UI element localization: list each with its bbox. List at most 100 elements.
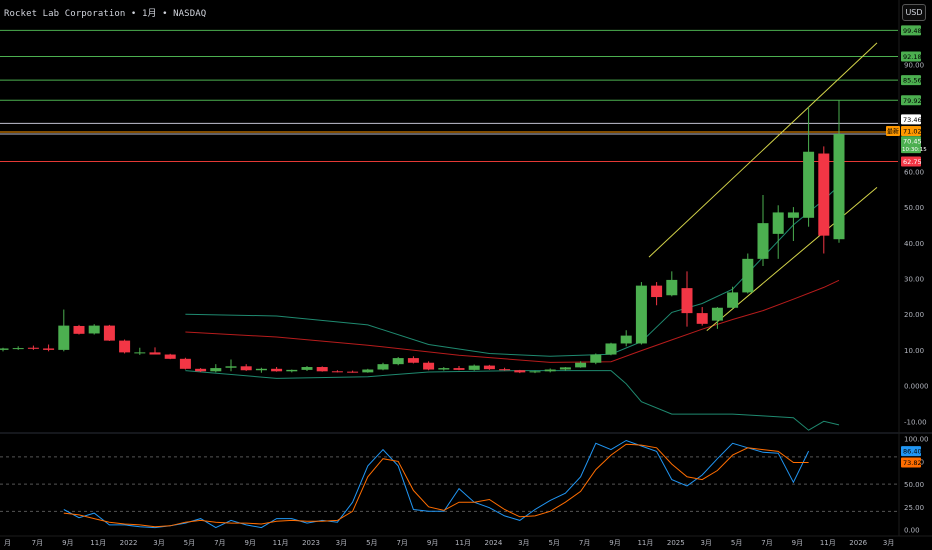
bb-basis-line <box>185 279 840 363</box>
price-tag-prefix: 最新 <box>887 128 899 136</box>
candle-body-29 <box>438 368 450 370</box>
time-tick-label: 9月 <box>609 539 620 547</box>
price-tag-label-1: 92.18 <box>903 53 922 61</box>
time-tick-label: 2024 <box>484 539 502 547</box>
candle-body-44 <box>666 279 678 296</box>
price-tick-label: 30.00 <box>904 275 924 283</box>
candle-body-11 <box>164 354 176 359</box>
price-tick-label: 10.00 <box>904 347 924 355</box>
time-tick-label: 2025 <box>667 539 685 547</box>
candle-body-8 <box>119 340 131 353</box>
time-tick-label: 9月 <box>427 539 438 547</box>
time-tick-label: 7月 <box>396 539 407 547</box>
candle-body-2 <box>27 347 39 349</box>
stoch-tick-label: 0.00 <box>904 526 920 534</box>
candle-body-33 <box>499 369 511 371</box>
time-tick-label: 7月 <box>761 539 772 547</box>
time-tick-label: 2022 <box>120 539 138 547</box>
price-tag-label-7: 62.75 <box>903 158 922 166</box>
price-tick-label: 40.00 <box>904 240 924 248</box>
candle-body-5 <box>73 325 85 334</box>
price-tick-label: 50.00 <box>904 204 924 212</box>
candle-body-46 <box>696 313 708 324</box>
time-tick-label: 2026 <box>849 539 867 547</box>
price-tag-label-2: 85.56 <box>903 77 922 85</box>
bb-upper-line <box>185 185 840 357</box>
candle-body-18 <box>271 368 283 372</box>
candle-body-32 <box>483 365 495 370</box>
candle-body-38 <box>575 362 587 368</box>
candle-body-14 <box>210 368 222 372</box>
candle-body-6 <box>88 325 100 334</box>
currency-button[interactable]: USD <box>902 4 926 21</box>
candle-body-55 <box>833 134 845 240</box>
time-tick-label: 11月 <box>637 539 653 547</box>
candle-body-39 <box>590 354 602 363</box>
candle-body-50 <box>757 223 769 259</box>
candle-body-12 <box>179 358 191 369</box>
candle-body-19 <box>286 369 298 372</box>
time-tick-label: 9月 <box>792 539 803 547</box>
candle-body-42 <box>635 285 647 344</box>
time-tick-label: 9月 <box>244 539 255 547</box>
price-tag-time: 10:30:15 <box>902 147 927 153</box>
candle-body-23 <box>347 371 359 373</box>
time-tick-label: 5月 <box>548 539 559 547</box>
price-tick-label: 60.00 <box>904 168 924 176</box>
candle-body-3 <box>43 348 55 350</box>
candle-body-7 <box>103 325 115 341</box>
candle-body-49 <box>742 258 754 293</box>
price-tick-label: 0.0000 <box>904 383 929 391</box>
candle-body-20 <box>301 367 313 370</box>
stoch-tag-label-0: 86.40 <box>903 448 922 456</box>
candle-body-45 <box>681 288 693 314</box>
candle-body-16 <box>240 366 252 371</box>
candle-body-4 <box>58 325 70 350</box>
time-tick-label: 7月 <box>32 539 43 547</box>
time-tick-label: 7月 <box>214 539 225 547</box>
candle-body-48 <box>727 292 739 308</box>
candle-body-52 <box>787 212 799 218</box>
price-tick-label: 90.00 <box>904 61 924 69</box>
bb-lower-line <box>185 370 840 431</box>
candle-body-21 <box>316 367 328 372</box>
stoch-tag-label-1: 73.82 <box>903 459 922 467</box>
candle-body-24 <box>362 369 374 373</box>
time-tick-label: 11月 <box>90 539 106 547</box>
candle-body-28 <box>423 362 435 370</box>
time-tick-label: 2023 <box>302 539 320 547</box>
candle-body-35 <box>529 371 541 373</box>
price-tick-label: -10.00 <box>904 418 927 426</box>
candle-body-10 <box>149 352 161 355</box>
price-tag-label-3: 79.92 <box>903 97 922 105</box>
time-tick-label: 5月 <box>366 539 377 547</box>
candle-body-13 <box>195 368 207 372</box>
symbol-title: Rocket Lab Corporation • 1月 • NASDAQ <box>4 9 207 19</box>
time-tick-label: 7月 <box>579 539 590 547</box>
candle-body-31 <box>468 365 480 370</box>
candle-body-30 <box>453 368 465 370</box>
price-tick-label: 20.00 <box>904 311 924 319</box>
candle-body-47 <box>711 307 723 321</box>
time-tick-label: 11月 <box>455 539 471 547</box>
time-tick-label: 3月 <box>336 539 347 547</box>
candle-body-25 <box>377 364 389 370</box>
price-tag-label-0: 99.48 <box>903 27 922 35</box>
chart-canvas[interactable]: -10.00 0.0000 10.00 20.00 30.00 40.00 50.00 60.… <box>0 0 932 550</box>
time-tick-label: 11月 <box>273 539 289 547</box>
candle-body-51 <box>772 212 784 234</box>
candle-body-53 <box>803 151 815 218</box>
candle-body-43 <box>651 285 663 298</box>
candle-body-1 <box>12 348 24 350</box>
time-tick-label: 月 <box>4 539 11 547</box>
time-tick-label: 9月 <box>62 539 73 547</box>
candle-body-41 <box>620 335 632 344</box>
time-tick-label: 3月 <box>153 539 164 547</box>
time-tick-label: 3月 <box>518 539 529 547</box>
candle-body-37 <box>559 367 571 370</box>
price-tag-label-5: 71.02 <box>903 128 922 136</box>
candle-body-27 <box>407 358 419 363</box>
channel-lower-line <box>706 187 878 331</box>
candle-body-17 <box>255 368 267 371</box>
time-tick-label: 11月 <box>820 539 836 547</box>
